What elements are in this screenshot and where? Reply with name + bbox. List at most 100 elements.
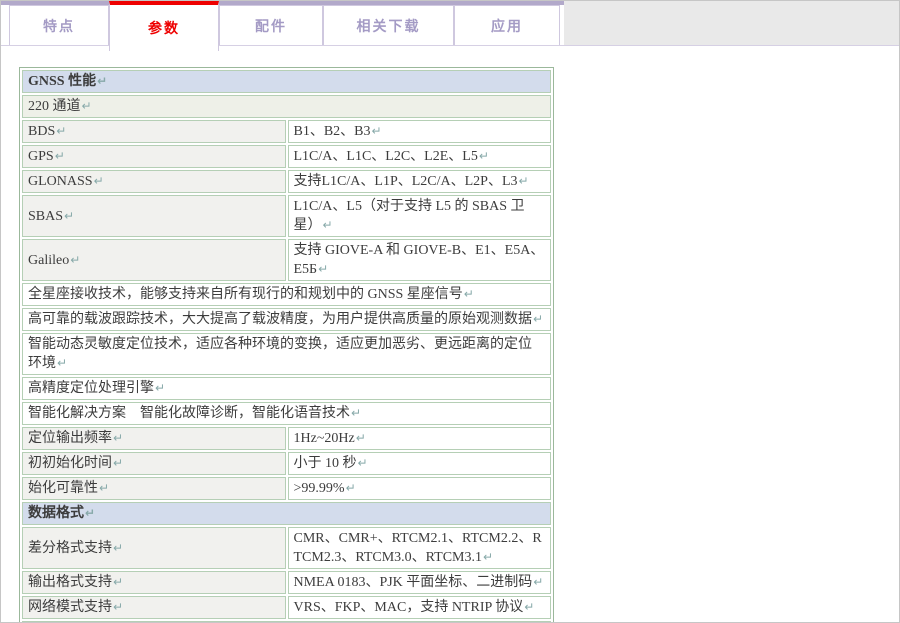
tab-1[interactable]: 特点: [9, 5, 109, 45]
cell-text: 初初始化时间: [28, 456, 112, 471]
spec-value-cell: B1、B2、B3↵: [288, 120, 552, 143]
full-width-cell: 220 通道↵: [22, 95, 551, 118]
table-row: 高可靠的载波跟踪技术，大大提高了载波精度，为用户提供高质量的原始观测数据↵: [22, 308, 551, 331]
paragraph-return-mark: ↵: [113, 541, 123, 555]
paragraph-return-mark: ↵: [358, 456, 368, 470]
spec-label-cell: 网络模式支持↵: [22, 596, 286, 619]
table-row: 始化可靠性↵>99.99%↵: [22, 477, 551, 500]
cell-text: SBAS: [28, 209, 63, 224]
paragraph-return-mark: ↵: [483, 550, 493, 564]
paragraph-return-mark: ↵: [533, 575, 543, 589]
paragraph-return-mark: ↵: [85, 506, 95, 520]
spec-value-cell: CMR、CMR+、RTCM2.1、RTCM2.2、RTCM2.3、RTCM3.0…: [288, 527, 552, 569]
tab-label: 特点: [43, 16, 75, 36]
tab-4[interactable]: 相关下载: [323, 5, 454, 45]
spec-value-cell: NMEA 0183、PJK 平面坐标、二进制码↵: [288, 571, 552, 594]
paragraph-return-mark: ↵: [464, 287, 474, 301]
spec-label-cell: 初初始化时间↵: [22, 452, 286, 475]
paragraph-return-mark: ↵: [57, 356, 67, 370]
cell-text: 全星座接收技术，能够支持来自所有现行的和规划中的 GNSS 星座信号: [28, 287, 463, 302]
cell-text: 输出格式支持: [28, 575, 112, 590]
tab-label: 配件: [255, 16, 287, 36]
table-row: 智能动态灵敏度定位技术，适应各种环境的变换，适应更加恶劣、更远距离的定位环境↵: [22, 333, 551, 375]
cell-text: 数据格式: [28, 506, 84, 521]
paragraph-return-mark: ↵: [479, 149, 489, 163]
full-width-cell: 高可靠的载波跟踪技术，大大提高了载波精度，为用户提供高质量的原始观测数据↵: [22, 308, 551, 331]
full-width-cell: 高精度定位处理引擎↵: [22, 377, 551, 400]
spec-label-cell: GLONASS↵: [22, 170, 286, 193]
cell-text: GPS: [28, 149, 54, 164]
table-row: GNSS 性能↵: [22, 70, 551, 93]
spec-label-cell: Galileo↵: [22, 239, 286, 281]
paragraph-return-mark: ↵: [70, 253, 80, 267]
cell-text: 差分格式支持: [28, 541, 112, 556]
cell-text: VRS、FKP、MAC，支持 NTRIP 协议: [294, 600, 524, 615]
spec-value-cell: 小于 10 秒↵: [288, 452, 552, 475]
cell-text: 支持 GIOVE-A 和 GIOVE-B、E1、E5A、E5Б: [294, 243, 545, 277]
cell-text: 高精度定位处理引擎: [28, 381, 154, 396]
paragraph-return-mark: ↵: [113, 456, 123, 470]
cell-text: 高可靠的载波跟踪技术，大大提高了载波精度，为用户提供高质量的原始观测数据: [28, 312, 532, 327]
cell-text: 220 通道: [28, 99, 81, 114]
spec-value-cell: VRS、FKP、MAC，支持 NTRIP 协议↵: [288, 596, 552, 619]
table-row: 智能化解决方案 智能化故障诊断，智能化语音技术↵: [22, 402, 551, 425]
table-row: 输出格式支持 ↵NMEA 0183、PJK 平面坐标、二进制码↵: [22, 571, 551, 594]
tab-2[interactable]: 参数: [109, 1, 219, 51]
table-row: GLONASS↵支持L1C/A、L1P、L2C/A、L2P、L3↵: [22, 170, 551, 193]
table-row: 定位输出频率↵1Hz~20Hz↵: [22, 427, 551, 450]
table-row: GPS↵L1C/A、L1C、L2C、L2E、L5↵: [22, 145, 551, 168]
paragraph-return-mark: ↵: [82, 99, 92, 113]
section-header-cell: GNSS 性能↵: [22, 70, 551, 93]
cell-text: L1C/A、L1C、L2C、L2E、L5: [294, 149, 478, 164]
tab-bar: 特点 参数 配件 相关下载 应用: [1, 1, 899, 46]
paragraph-return-mark: ↵: [55, 149, 65, 163]
paragraph-return-mark: ↵: [372, 124, 382, 138]
paragraph-return-mark: ↵: [113, 600, 123, 614]
table-row: BDS↵B1、B2、B3↵: [22, 120, 551, 143]
cell-text: 1Hz~20Hz: [294, 431, 355, 446]
cell-text: NMEA 0183、PJK 平面坐标、二进制码: [294, 575, 533, 590]
spec-table: GNSS 性能↵220 通道↵BDS↵B1、B2、B3↵GPS↵L1C/A、L1…: [19, 67, 554, 623]
spec-table-body: GNSS 性能↵220 通道↵BDS↵B1、B2、B3↵GPS↵L1C/A、L1…: [22, 70, 551, 623]
paragraph-return-mark: ↵: [97, 74, 107, 88]
paragraph-return-mark: ↵: [56, 124, 66, 138]
cell-text: GLONASS: [28, 174, 93, 189]
tab-5[interactable]: 应用: [454, 5, 560, 45]
spec-value-cell: >99.99%↵: [288, 477, 552, 500]
spec-label-cell: 差分格式支持↵: [22, 527, 286, 569]
spec-label-cell: GPS↵: [22, 145, 286, 168]
paragraph-return-mark: ↵: [356, 431, 366, 445]
cell-text: Galileo: [28, 253, 69, 268]
paragraph-return-mark: ↵: [155, 381, 165, 395]
paragraph-return-mark: ↵: [99, 481, 109, 495]
cell-text: 智能化解决方案 智能化故障诊断，智能化语音技术: [28, 406, 350, 421]
cell-text: >99.99%: [294, 481, 345, 496]
tab-label: 应用: [491, 16, 523, 36]
spec-label-cell: 定位输出频率↵: [22, 427, 286, 450]
tabbar-right-fill: [564, 1, 899, 45]
tab-label: 参数: [148, 18, 180, 38]
table-row: 差分格式支持↵CMR、CMR+、RTCM2.1、RTCM2.2、RTCM2.3、…: [22, 527, 551, 569]
table-row: SBAS↵L1C/A、L5（对于支持 L5 的 SBAS 卫星）↵: [22, 195, 551, 237]
paragraph-return-mark: ↵: [318, 262, 328, 276]
full-width-cell: 智能动态灵敏度定位技术，适应各种环境的变换，适应更加恶劣、更远距离的定位环境↵: [22, 333, 551, 375]
paragraph-return-mark: ↵: [519, 174, 529, 188]
table-row: 初初始化时间↵小于 10 秒↵: [22, 452, 551, 475]
cell-text: CMR、CMR+、RTCM2.1、RTCM2.2、RTCM2.3、RTCM3.0…: [294, 531, 542, 565]
paragraph-return-mark: ↵: [524, 600, 534, 614]
paragraph-return-mark: ↵: [346, 481, 356, 495]
spec-label-cell: SBAS↵: [22, 195, 286, 237]
spec-label-cell: BDS↵: [22, 120, 286, 143]
paragraph-return-mark: ↵: [94, 174, 104, 188]
tabs: 特点 参数 配件 相关下载 应用: [9, 1, 560, 51]
tab-label: 相关下载: [357, 16, 421, 36]
tab-3[interactable]: 配件: [219, 5, 323, 45]
cell-text: GNSS 性能: [28, 74, 96, 89]
content-area: GNSS 性能↵220 通道↵BDS↵B1、B2、B3↵GPS↵L1C/A、L1…: [1, 46, 899, 623]
spec-value-cell: 1Hz~20Hz↵: [288, 427, 552, 450]
cell-text: B1、B2、B3: [294, 124, 371, 139]
full-width-cell: 全星座接收技术，能够支持来自所有现行的和规划中的 GNSS 星座信号↵: [22, 283, 551, 306]
table-row: 220 通道↵: [22, 95, 551, 118]
table-row: 网络模式支持↵VRS、FKP、MAC，支持 NTRIP 协议↵: [22, 596, 551, 619]
table-row: Galileo↵支持 GIOVE-A 和 GIOVE-B、E1、E5A、E5Б↵: [22, 239, 551, 281]
